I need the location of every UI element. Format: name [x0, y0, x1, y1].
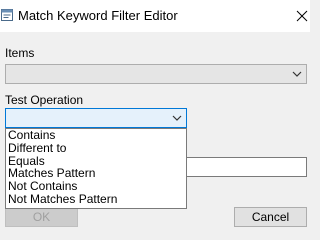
title-bar: Match Keyword Filter Editor — [0, 0, 310, 32]
test-operation-dropdown-list: Contains Different to Equals Matches Pat… — [5, 128, 187, 209]
close-icon — [296, 10, 308, 22]
test-operation-label: Test Operation — [5, 93, 84, 107]
items-combobox[interactable] — [5, 64, 307, 84]
value-input[interactable] — [186, 157, 307, 177]
test-operation-combobox[interactable] — [5, 108, 187, 128]
items-label: Items — [5, 46, 35, 60]
chevron-down-icon — [292, 71, 302, 77]
editor-app-icon — [1, 9, 13, 21]
chevron-down-icon — [172, 115, 182, 121]
option-contains[interactable]: Contains — [6, 129, 186, 142]
cancel-button[interactable]: Cancel — [234, 207, 307, 227]
option-not-matches-pattern[interactable]: Not Matches Pattern — [6, 193, 186, 206]
option-different-to[interactable]: Different to — [6, 141, 186, 155]
close-button[interactable] — [286, 0, 310, 32]
window-title: Match Keyword Filter Editor — [18, 8, 178, 23]
ok-button[interactable]: OK — [5, 207, 78, 227]
